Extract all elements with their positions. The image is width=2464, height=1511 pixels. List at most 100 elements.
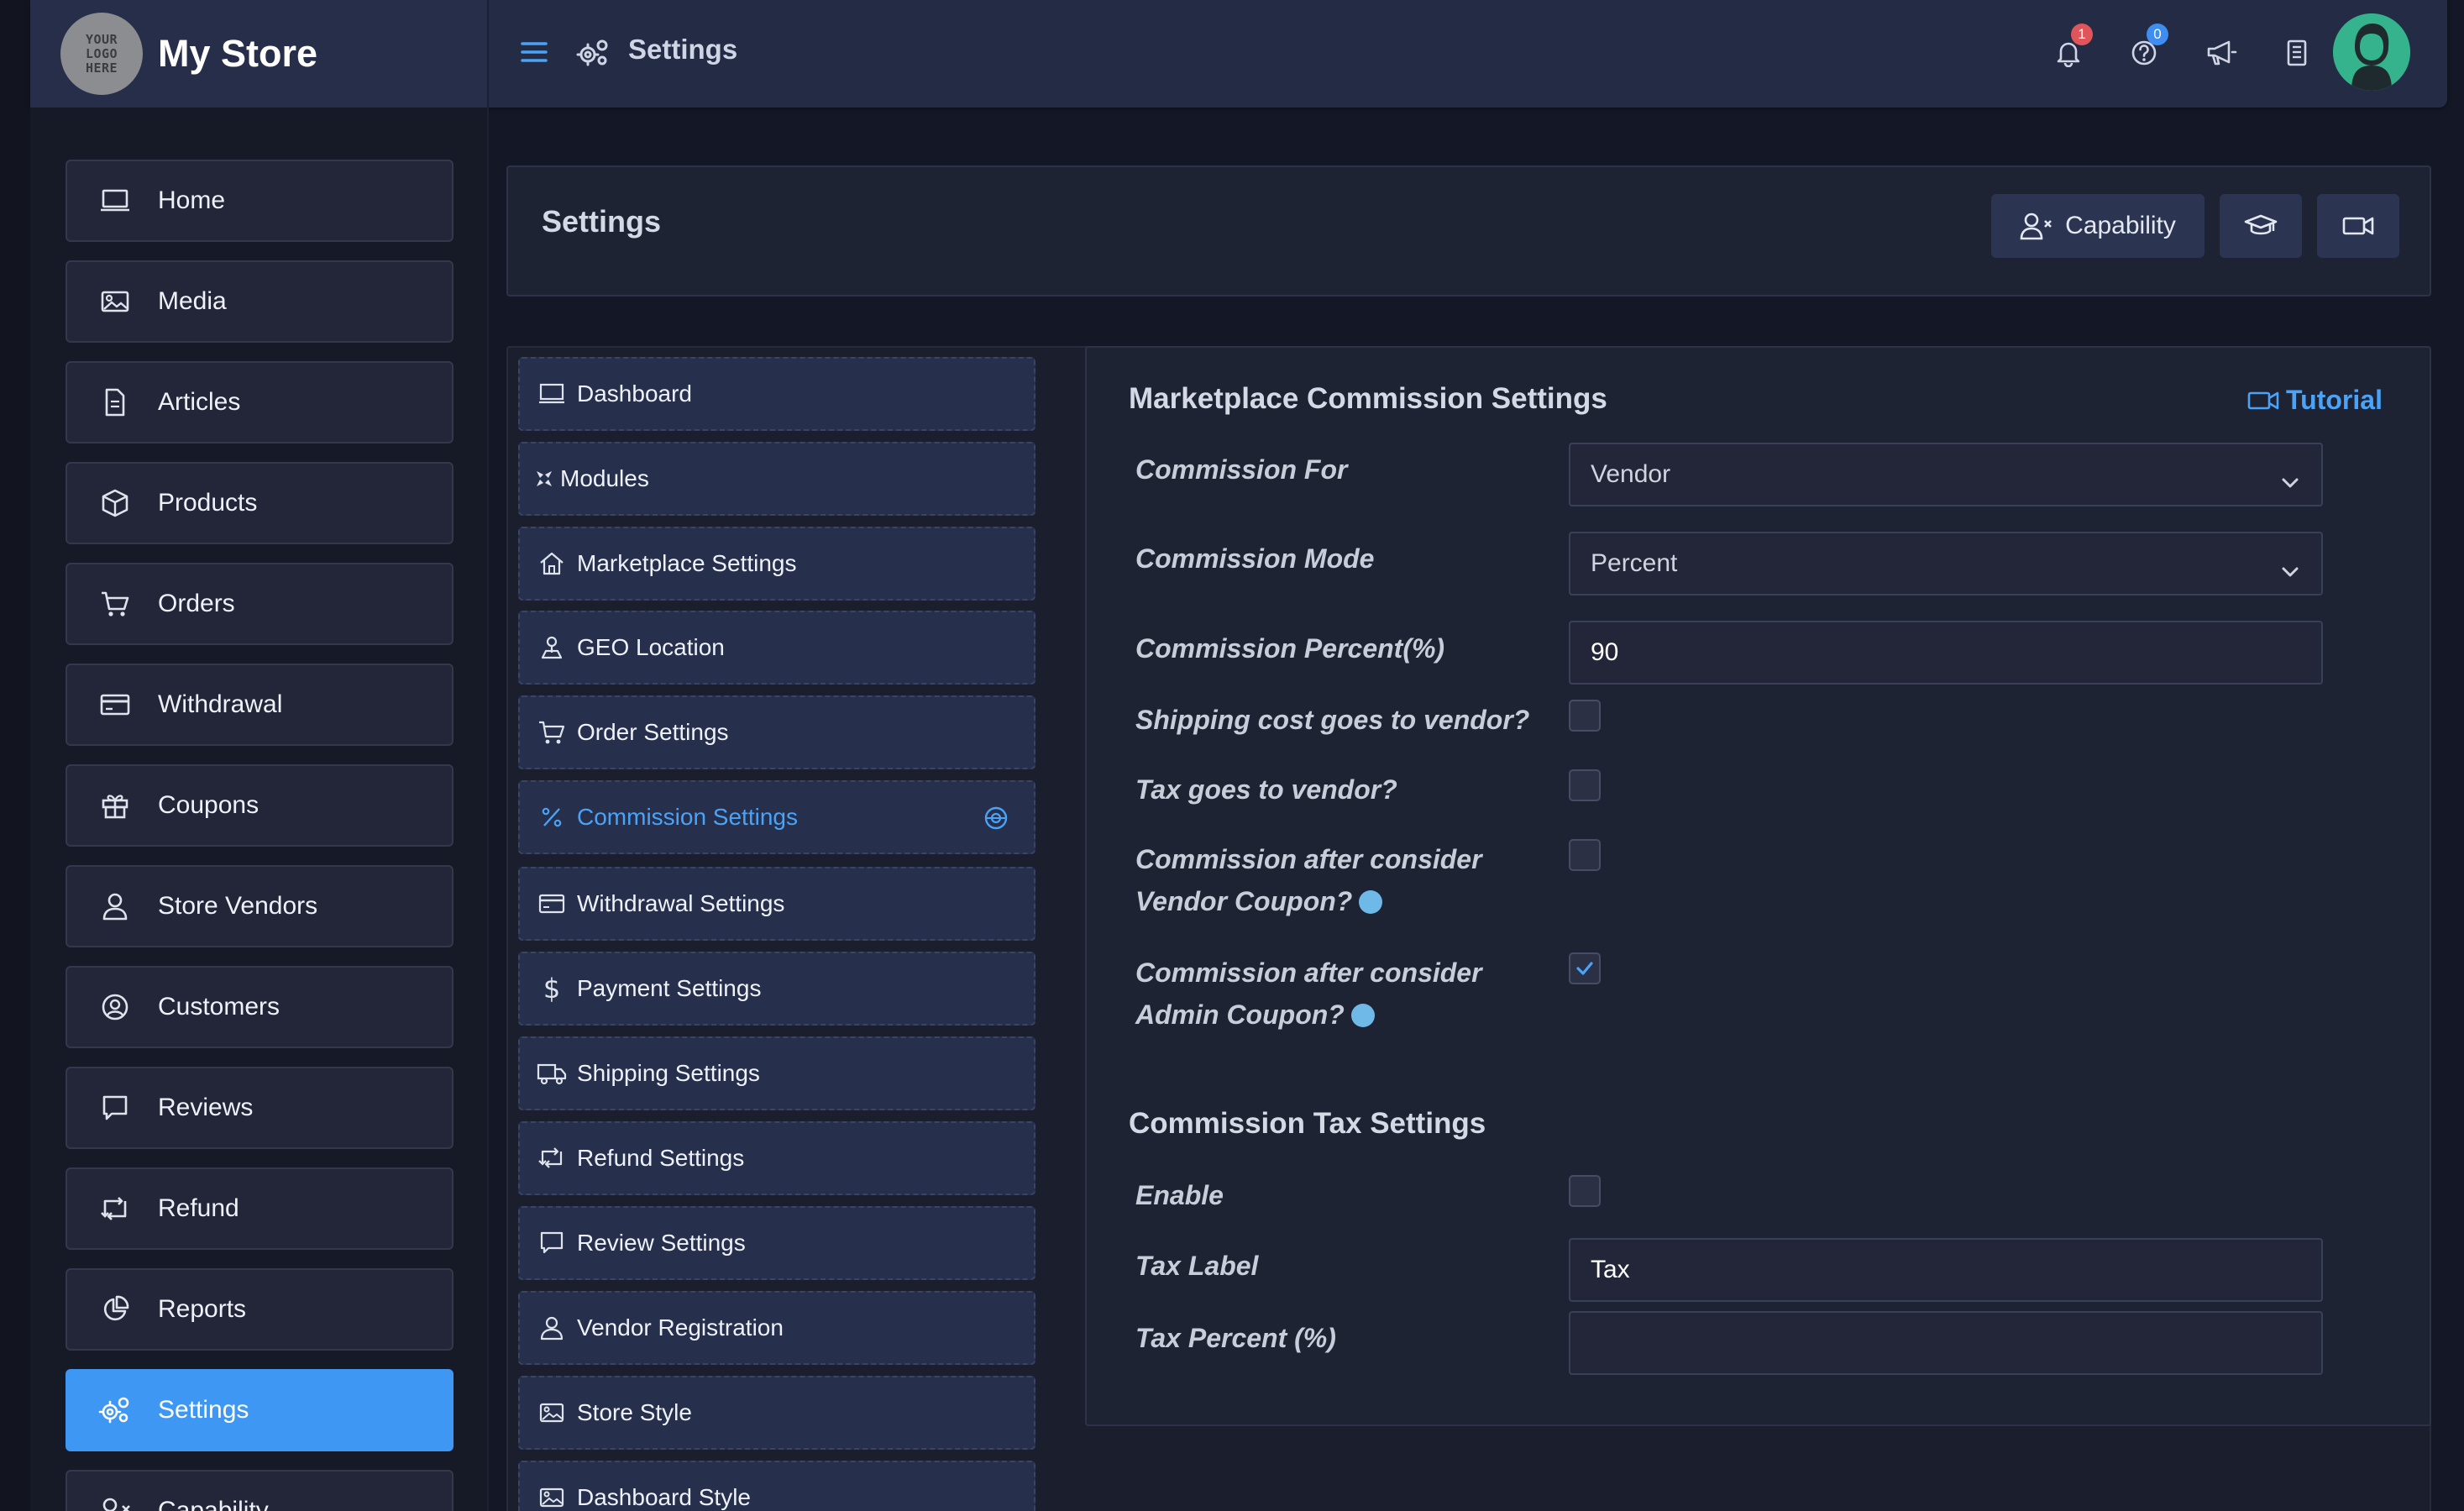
graduation-cap-button[interactable] (2220, 194, 2302, 258)
subnav-item-modules[interactable]: Modules (518, 442, 1035, 516)
sidebar-item-label: Products (158, 489, 258, 517)
sidebar-item-coupons[interactable]: Coupons (66, 764, 453, 847)
tax-vendor-checkbox[interactable] (1569, 769, 1601, 801)
sidebar-item-articles[interactable]: Articles (66, 361, 453, 443)
sidebar-item-media[interactable]: Media (66, 260, 453, 343)
tax-percent-label: Tax Percent (%) (1135, 1323, 1336, 1353)
admin-coupon-checkbox[interactable] (1569, 952, 1601, 984)
sidebar-item-label: Coupons (158, 791, 260, 819)
megaphone-icon[interactable] (2200, 32, 2242, 74)
sidebar-item-customers[interactable]: Customers (66, 966, 453, 1048)
vendor-coupon-label-line: Commission after consider (1135, 844, 1482, 874)
pie-chart-icon (96, 1290, 134, 1329)
sidebar-item-reviews[interactable]: Reviews (66, 1067, 453, 1149)
top-header: YOUR LOGO HERE My Store Settings 1 0 (30, 0, 2447, 108)
credit-card-icon (96, 685, 134, 724)
sidebar-item-withdrawal[interactable]: Withdrawal (66, 664, 453, 746)
settings-header-card: Settings Capability (506, 165, 2431, 296)
subnav-item-withdrawal-settings[interactable]: Withdrawal Settings (518, 867, 1035, 941)
credit-card-icon (537, 889, 567, 919)
subnav-item-label: Vendor Registration (577, 1314, 784, 1340)
subnav-item-label: Store Style (577, 1399, 692, 1425)
sidebar-item-store-vendors[interactable]: Store Vendors (66, 865, 453, 947)
commission-mode-select[interactable]: Percent (1569, 532, 2323, 595)
image-icon (537, 1482, 567, 1511)
capability-label: Capability (2065, 212, 2176, 239)
sidebar-item-products[interactable]: Products (66, 462, 453, 544)
subnav-item-label: Dashboard Style (577, 1484, 752, 1510)
subnav-item-payment-settings[interactable]: $ Payment Settings (518, 952, 1035, 1026)
sidebar-item-settings[interactable]: Settings (66, 1369, 453, 1451)
subnav-item-label: Refund Settings (577, 1145, 745, 1171)
commission-for-select[interactable]: Vendor (1569, 443, 2323, 506)
book-icon[interactable] (2276, 32, 2318, 74)
vendor-coupon-label-text: Vendor Coupon? (1135, 886, 1353, 916)
tax-section-title: Commission Tax Settings (1129, 1107, 1486, 1140)
help-tooltip-icon[interactable] (1350, 1003, 1375, 1027)
brand-name: My Store (158, 32, 318, 75)
vendor-coupon-label: Commission after consider Vendor Coupon? (1135, 838, 1482, 922)
subnav-item-label: Marketplace Settings (577, 550, 797, 576)
commission-percent-input[interactable]: 90 (1569, 621, 2323, 685)
help-icon[interactable]: 0 (2123, 24, 2168, 74)
sidebar-item-label: Capability (158, 1497, 269, 1511)
subnav-item-label: Shipping Settings (577, 1060, 760, 1086)
user-icon (537, 1313, 567, 1343)
subnav-item-dashboard[interactable]: Dashboard (518, 357, 1035, 431)
settings-title: Settings (542, 204, 662, 239)
tax-vendor-label: Tax goes to vendor? (1135, 774, 1397, 805)
commission-percent-value: 90 (1591, 638, 1619, 666)
tutorial-label: Tutorial (2286, 385, 2383, 415)
sidebar-item-refund[interactable]: Refund (66, 1167, 453, 1250)
retweet-icon (96, 1189, 134, 1228)
dollar-icon: $ (543, 973, 561, 1005)
checkmark-icon (1575, 960, 1595, 977)
subnav-item-label: Payment Settings (577, 975, 762, 1001)
chevron-down-icon (2281, 557, 2299, 577)
vendor-coupon-label-line: Vendor Coupon? (1135, 880, 1482, 922)
subnav-item-shipping-settings[interactable]: Shipping Settings (518, 1036, 1035, 1110)
subnav-item-order-settings[interactable]: Order Settings (518, 695, 1035, 769)
logo-line: LOGO (85, 45, 118, 61)
subnav-item-refund-settings[interactable]: Refund Settings (518, 1121, 1035, 1195)
logo-line: HERE (85, 60, 118, 76)
admin-coupon-label: Commission after consider Admin Coupon? (1135, 952, 1482, 1036)
notifications-bell-icon[interactable]: 1 (2047, 24, 2093, 74)
brand[interactable]: YOUR LOGO HERE My Store (30, 0, 489, 108)
sidebar-item-label: Customers (158, 993, 280, 1020)
subnav-item-geo-location[interactable]: GEO Location (518, 611, 1035, 685)
video-camera-icon (2341, 213, 2375, 239)
subnav-item-commission-settings[interactable]: Commission Settings (518, 780, 1035, 854)
help-tooltip-icon[interactable] (1359, 889, 1383, 914)
logo-line: YOUR (85, 31, 118, 47)
subnav-item-dashboard-style[interactable]: Dashboard Style (518, 1461, 1035, 1511)
tax-percent-input[interactable] (1569, 1311, 2323, 1375)
subnav-item-marketplace-settings[interactable]: Marketplace Settings (518, 527, 1035, 601)
shipping-cost-checkbox[interactable] (1569, 700, 1601, 732)
subnav-item-store-style[interactable]: Store Style (518, 1376, 1035, 1450)
sidebar-item-label: Articles (158, 388, 241, 416)
notifications-badge: 1 (2071, 24, 2093, 45)
commission-percent-label: Commission Percent(%) (1135, 633, 1445, 664)
user-avatar[interactable] (2333, 13, 2410, 91)
sidebar-item-capability[interactable]: Capability (66, 1470, 453, 1511)
video-button[interactable] (2317, 194, 2399, 258)
sidebar-item-home[interactable]: Home (66, 160, 453, 242)
hamburger-menu-icon[interactable] (517, 35, 551, 69)
subnav-item-vendor-registration[interactable]: Vendor Registration (518, 1291, 1035, 1365)
percent-icon (537, 802, 567, 832)
tax-label-input[interactable]: Tax (1569, 1238, 2323, 1302)
image-icon (537, 1398, 567, 1428)
tax-enable-checkbox[interactable] (1569, 1175, 1601, 1207)
capability-button[interactable]: Capability (1991, 194, 2204, 258)
tutorial-link[interactable]: Tutorial (2247, 385, 2383, 416)
sidebar-item-reports[interactable]: Reports (66, 1268, 453, 1351)
user-icon (96, 887, 134, 926)
subnav-item-review-settings[interactable]: Review Settings (518, 1206, 1035, 1280)
sidebar-item-orders[interactable]: Orders (66, 563, 453, 645)
sidebar-item-label: Refund (158, 1194, 239, 1222)
gears-icon (96, 1391, 134, 1430)
box-icon (96, 484, 134, 522)
gears-icon (573, 32, 615, 74)
vendor-coupon-checkbox[interactable] (1569, 839, 1601, 871)
